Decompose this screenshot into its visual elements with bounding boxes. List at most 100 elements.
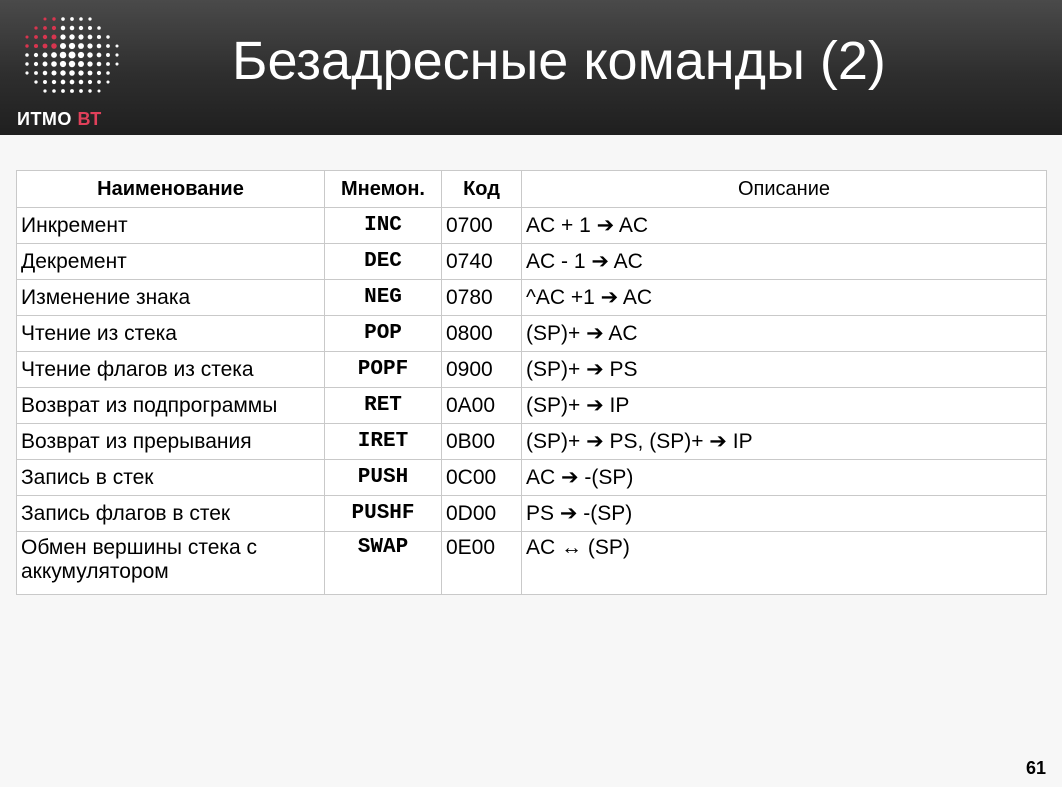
logo-dot xyxy=(42,34,48,40)
logo-dot xyxy=(97,80,101,84)
cell-code: 0700 xyxy=(441,207,522,244)
table-row: Чтение из стека POP 0800 (SP)+ ➔ AC xyxy=(16,315,1047,352)
itmo-logo: ИТМО ВТ xyxy=(14,6,134,131)
logo-dot xyxy=(70,17,74,21)
cell-name: Запись флагов в стек xyxy=(16,495,325,532)
logo-dot xyxy=(42,70,48,76)
table-row: Инкремент INC 0700 AC + 1 ➔ AC xyxy=(16,207,1047,244)
cell-mnemonic: PUSHF xyxy=(324,495,442,532)
cell-description: AC + 1 ➔ AC xyxy=(521,207,1047,244)
cell-code: 0A00 xyxy=(441,387,522,424)
logo-dot xyxy=(87,79,93,85)
cell-mnemonic: SWAP xyxy=(324,531,442,595)
cell-name: Возврат из прерывания xyxy=(16,423,325,460)
logo-dot xyxy=(68,42,76,50)
logo-dot xyxy=(51,52,57,58)
logo-dot xyxy=(87,61,93,67)
cell-name: Обмен вершины стека с аккумулятором xyxy=(16,531,325,595)
logo-dots-graphic xyxy=(25,17,119,93)
cell-code: 0800 xyxy=(441,315,522,352)
cell-description: (SP)+ ➔ IP xyxy=(521,387,1047,424)
cell-mnemonic: RET xyxy=(324,387,442,424)
table-row: Чтение флагов из стека POPF 0900 (SP)+ ➔ PS xyxy=(16,351,1047,388)
table-row: Декремент DEC 0740 AC - 1 ➔ AC xyxy=(16,243,1047,280)
header-code: Код xyxy=(441,170,522,208)
logo-dot xyxy=(51,34,57,40)
cell-code: 0780 xyxy=(441,279,522,316)
logo-dot xyxy=(96,43,102,49)
logo-dot xyxy=(60,79,66,85)
logo-dot xyxy=(88,17,92,21)
logo-dot xyxy=(106,80,110,84)
slide-title: Безадресные команды (2) xyxy=(232,31,886,91)
logo-dot xyxy=(115,62,119,66)
logo-dot xyxy=(52,89,56,93)
cell-mnemonic: DEC xyxy=(324,243,442,280)
logo-dot xyxy=(87,43,93,49)
logo-dot xyxy=(43,89,47,93)
slide-header: ИТМО ВТ Безадресные команды (2) xyxy=(0,0,1062,135)
logo-dot xyxy=(106,44,110,48)
logo-dot xyxy=(42,61,48,67)
cell-code: 0B00 xyxy=(441,423,522,460)
cell-mnemonic: PUSH xyxy=(324,459,442,496)
logo-dot xyxy=(79,89,83,93)
table-row: Изменение знака NEG 0780 ^AC +1 ➔ AC xyxy=(16,279,1047,316)
cell-name: Изменение знака xyxy=(16,279,325,316)
logo-text: ИТМО ВТ xyxy=(17,109,102,130)
logo-text-main: ИТМО xyxy=(17,109,72,129)
logo-dot xyxy=(78,79,84,85)
logo-dot xyxy=(34,26,38,30)
header-description: Описание xyxy=(521,170,1047,208)
logo-dot xyxy=(78,34,84,40)
logo-dot xyxy=(70,89,74,93)
logo-dot xyxy=(68,60,76,68)
logo-dot xyxy=(96,61,102,67)
logo-dot xyxy=(60,70,66,76)
cell-name: Запись в стек xyxy=(16,459,325,496)
logo-dot xyxy=(96,52,102,58)
table-row: Запись флагов в стек PUSHF 0D00 PS ➔ -(SP) xyxy=(16,495,1047,532)
cell-description: (SP)+ ➔ PS, (SP)+ ➔ IP xyxy=(521,423,1047,460)
logo-dot xyxy=(59,42,67,50)
logo-dot xyxy=(59,51,67,59)
logo-dot xyxy=(77,51,85,59)
table-row: Запись в стек PUSH 0C00 AC ➔ -(SP) xyxy=(16,459,1047,496)
logo-dot xyxy=(43,17,47,21)
table-header-row: Наименование Мнемон. Код Описание xyxy=(16,170,1047,208)
cell-code: 0C00 xyxy=(441,459,522,496)
cell-description: (SP)+ ➔ AC xyxy=(521,315,1047,352)
logo-dot xyxy=(51,79,57,85)
table-row: Возврат из подпрограммы RET 0A00 (SP)+ ➔ IP xyxy=(16,387,1047,424)
logo-dot xyxy=(60,34,66,40)
logo-dot xyxy=(25,35,29,39)
cell-name: Инкремент xyxy=(16,207,325,244)
page-number: 61 xyxy=(1025,758,1046,778)
cell-name: Чтение флагов из стека xyxy=(16,351,325,388)
cell-code: 0900 xyxy=(441,351,522,388)
logo-dot xyxy=(87,25,93,31)
header-name: Наименование xyxy=(16,170,325,208)
logo-dot xyxy=(25,62,29,66)
logo-dot xyxy=(33,43,39,49)
cell-mnemonic: IRET xyxy=(324,423,442,460)
logo-dot xyxy=(79,17,83,21)
logo-dot xyxy=(88,89,92,93)
logo-dot xyxy=(59,60,67,68)
logo-dot xyxy=(69,79,75,85)
logo-dot xyxy=(78,70,84,76)
logo-dot xyxy=(78,43,84,49)
cell-description: AC ➔ -(SP) xyxy=(521,459,1047,496)
logo-dot xyxy=(69,34,75,40)
logo-dot xyxy=(69,25,75,31)
cell-name: Декремент xyxy=(16,243,325,280)
logo-dot xyxy=(52,17,56,21)
cell-code: 0740 xyxy=(441,243,522,280)
logo-dot xyxy=(69,70,75,76)
logo-dot xyxy=(42,43,48,49)
logo-dot xyxy=(106,62,110,66)
logo-dot xyxy=(97,26,101,30)
header-mnemonic: Мнемон. xyxy=(324,170,442,208)
cell-mnemonic: POPF xyxy=(324,351,442,388)
logo-dot xyxy=(43,26,47,30)
